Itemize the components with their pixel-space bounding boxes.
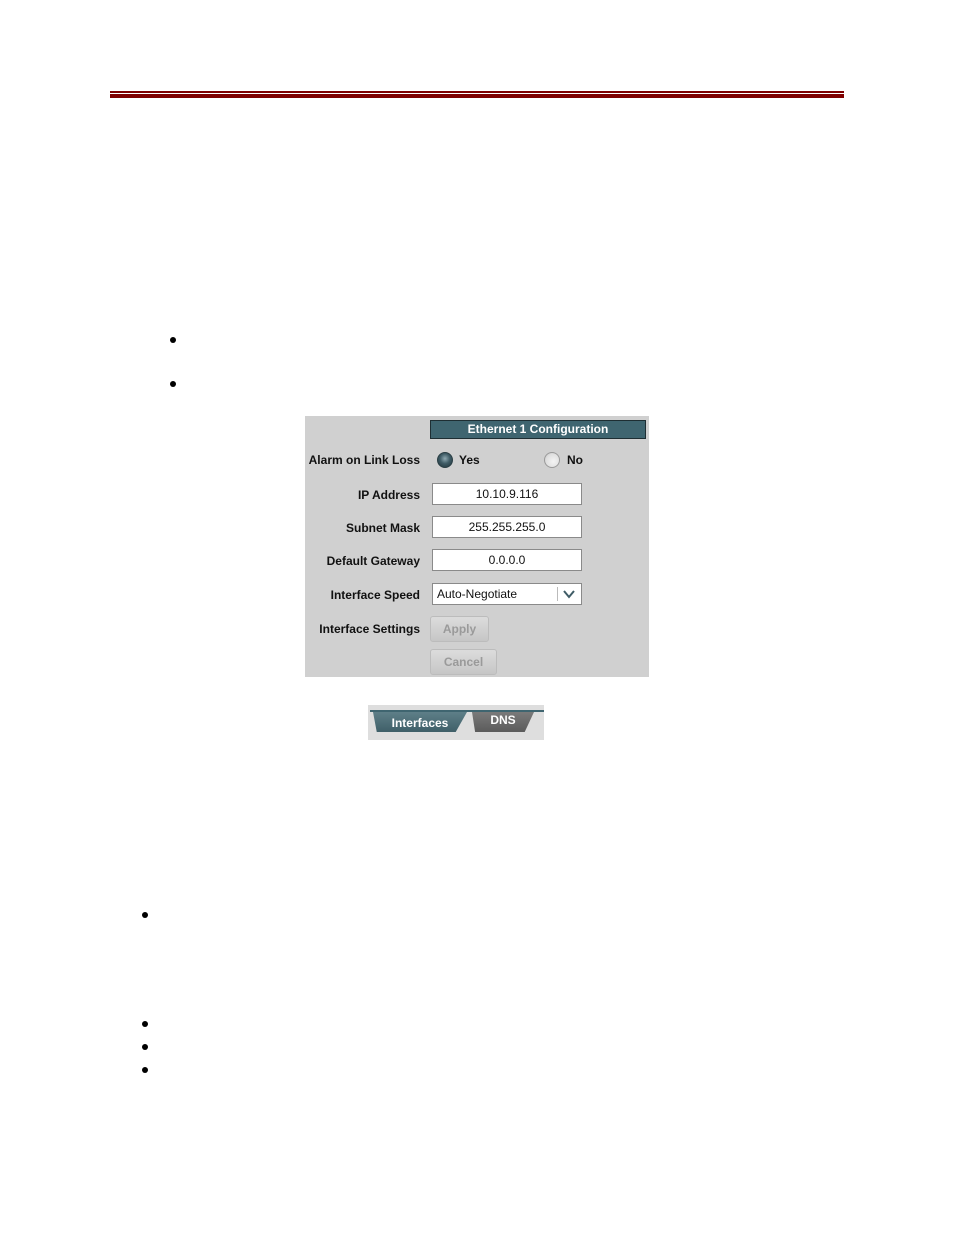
apply-button[interactable]: Apply <box>430 616 489 642</box>
bullet <box>170 337 176 343</box>
bullet <box>142 912 148 918</box>
alarm-yes-label[interactable]: Yes <box>459 453 480 467</box>
alarm-no-radio[interactable] <box>544 452 560 468</box>
default-gateway-label: Default Gateway <box>326 554 420 568</box>
bullet <box>142 1044 148 1050</box>
header-rule-thin <box>110 91 844 93</box>
tab-strip: Interfaces DNS <box>368 705 544 740</box>
interface-speed-label: Interface Speed <box>330 588 420 602</box>
bullet <box>142 1067 148 1073</box>
ethernet-config-panel: Ethernet 1 Configuration Alarm on Link L… <box>305 416 649 677</box>
cancel-button[interactable]: Cancel <box>430 649 497 675</box>
tab-interfaces[interactable]: Interfaces <box>373 712 467 732</box>
tab-dns[interactable]: DNS <box>472 712 534 732</box>
alarm-yes-radio[interactable] <box>437 452 453 468</box>
interface-speed-value: Auto-Negotiate <box>437 587 518 601</box>
chevron-down-icon[interactable] <box>561 586 577 602</box>
interface-settings-label: Interface Settings <box>319 622 420 636</box>
subnet-mask-label: Subnet Mask <box>345 521 420 535</box>
select-divider <box>557 587 558 601</box>
subnet-mask-input[interactable]: 255.255.255.0 <box>432 516 582 538</box>
ip-address-input[interactable]: 10.10.9.116 <box>432 483 582 505</box>
bullet <box>142 1021 148 1027</box>
alarm-label: Alarm on Link Loss <box>308 453 420 467</box>
bullet <box>170 381 176 387</box>
panel-title: Ethernet 1 Configuration <box>430 420 646 439</box>
interface-speed-select[interactable]: Auto-Negotiate <box>432 583 582 605</box>
header-rule-thick <box>110 94 844 98</box>
ip-address-label: IP Address <box>357 488 420 502</box>
tab-strip-line <box>370 710 544 712</box>
alarm-no-label[interactable]: No <box>567 453 583 467</box>
default-gateway-input[interactable]: 0.0.0.0 <box>432 549 582 571</box>
